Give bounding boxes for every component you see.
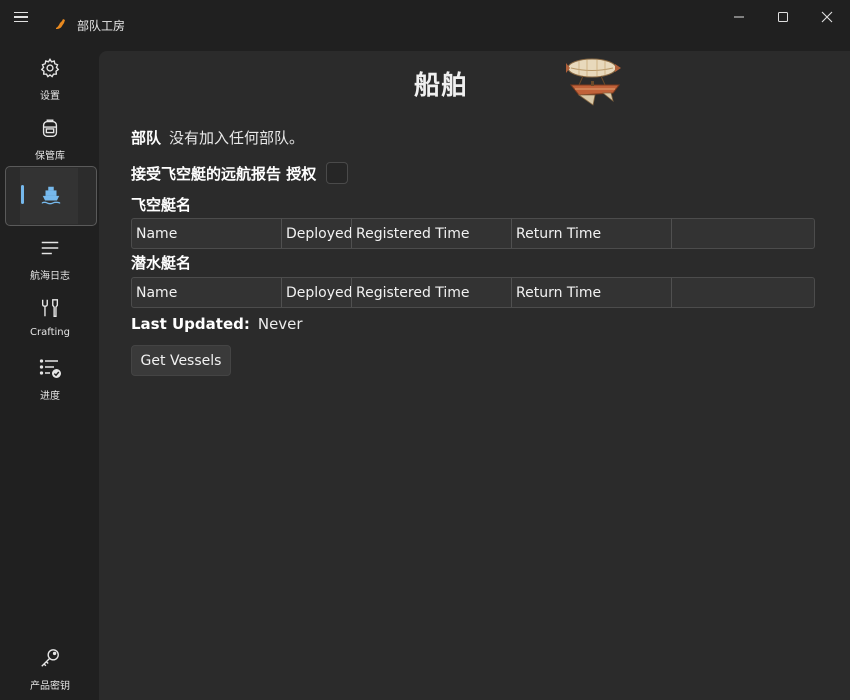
main-content: 船舶 部队 没有加入任何部队。 接受飞空艇的远航报告 授权 飞空艇名 Name D… (99, 51, 850, 700)
authorization-checkbox[interactable] (326, 162, 349, 184)
app-icon (56, 19, 65, 29)
column-header-return-time[interactable]: Return Time (512, 219, 672, 248)
sidebar-item-vessels[interactable] (5, 166, 97, 226)
submarine-table-header: Name Deployed Registered Time Return Tim… (131, 277, 815, 308)
column-header-name[interactable]: Name (132, 278, 282, 307)
column-header-registered-time[interactable]: Registered Time (352, 278, 512, 307)
key-icon (38, 646, 62, 670)
sidebar-item-label: 设置 (40, 91, 60, 102)
sidebar-item-label: 进度 (40, 391, 60, 402)
minimize-button[interactable] (717, 0, 761, 34)
ship-icon (39, 183, 63, 207)
authorization-row: 接受飞空艇的远航报告 授权 (131, 162, 349, 184)
sidebar-item-label: Crafting (30, 327, 70, 338)
last-updated-label: Last Updated: (131, 315, 250, 333)
sidebar-item-product-key[interactable]: 产品密钥 (5, 640, 95, 698)
last-updated-row: Last Updated: Never (131, 315, 303, 333)
column-header-empty (672, 278, 814, 307)
hamburger-icon[interactable] (14, 9, 34, 29)
sidebar: 设置 保管库 航海日志 Crafting 进度 产品密钥 (0, 50, 99, 700)
submarine-section-title: 潜水艇名 (131, 254, 192, 272)
checklist-icon (38, 356, 62, 380)
sidebar-item-progress[interactable]: 进度 (5, 350, 95, 408)
airship-section-title: 飞空艇名 (131, 196, 192, 214)
minimize-icon (734, 16, 744, 18)
page-title: 船舶 (414, 71, 469, 101)
gear-icon (38, 56, 62, 80)
wrench-icon (38, 296, 62, 320)
close-button[interactable] (805, 0, 849, 34)
free-company-value: 没有加入任何部队。 (169, 129, 305, 147)
sidebar-item-label: 保管库 (35, 151, 65, 162)
sidebar-item-settings[interactable]: 设置 (5, 50, 95, 108)
column-header-empty (672, 219, 814, 248)
authorization-label: 接受飞空艇的远航报告 授权 (131, 164, 317, 183)
free-company-row: 部队 没有加入任何部队。 (131, 127, 304, 148)
last-updated-value: Never (257, 315, 303, 333)
column-header-deployed[interactable]: Deployed (282, 219, 352, 248)
maximize-button[interactable] (761, 0, 805, 34)
sidebar-item-voyage-log[interactable]: 航海日志 (5, 230, 95, 288)
sidebar-item-label: 航海日志 (30, 271, 70, 282)
maximize-icon (778, 12, 788, 22)
column-header-name[interactable]: Name (132, 219, 282, 248)
column-header-return-time[interactable]: Return Time (512, 278, 672, 307)
sidebar-item-label: 产品密钥 (30, 681, 70, 692)
column-header-deployed[interactable]: Deployed (282, 278, 352, 307)
title-bar: 部队工房 (0, 0, 850, 36)
column-header-registered-time[interactable]: Registered Time (352, 219, 512, 248)
list-icon (38, 236, 62, 260)
get-vessels-button[interactable]: Get Vessels (131, 345, 231, 376)
backpack-icon (38, 116, 62, 140)
window-title: 部队工房 (77, 19, 126, 33)
sidebar-item-crafting[interactable]: Crafting (5, 290, 95, 348)
active-indicator (21, 185, 24, 204)
airship-illustration (566, 58, 621, 106)
close-icon (821, 11, 833, 23)
airship-table-header: Name Deployed Registered Time Return Tim… (131, 218, 815, 249)
sidebar-item-retainers[interactable]: 保管库 (5, 110, 95, 168)
free-company-label: 部队 (131, 129, 162, 147)
